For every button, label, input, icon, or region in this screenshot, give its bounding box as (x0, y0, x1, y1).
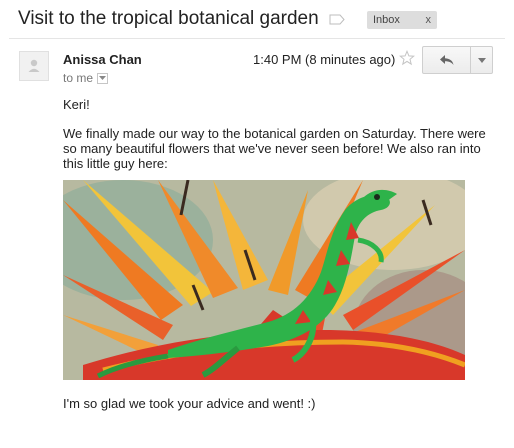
body-paragraph: We finally made our way to the botanical… (63, 126, 486, 171)
header-divider (9, 38, 505, 39)
recipient-line: to me (63, 71, 109, 85)
chevron-down-icon (477, 57, 486, 63)
avatar[interactable] (19, 51, 49, 81)
subject-row: Visit to the tropical botanical garden I… (18, 8, 504, 34)
message-timestamp: 1:40 PM (8 minutes ago) (253, 52, 396, 67)
reply-arrow-icon (439, 55, 453, 65)
body-closing: I'm so glad we took your advice and went… (63, 396, 316, 411)
reply-button[interactable] (422, 46, 471, 74)
reply-button-group (422, 46, 493, 74)
label-tag-icon[interactable] (329, 14, 345, 25)
remove-label-button[interactable]: x (426, 14, 432, 26)
attached-photo[interactable] (63, 180, 465, 380)
person-silhouette-icon (28, 59, 40, 72)
recipient-text: to me (63, 71, 94, 85)
body-greeting: Keri! (63, 97, 90, 112)
star-outline-icon[interactable] (399, 50, 415, 66)
show-details-button[interactable] (97, 72, 109, 84)
chevron-down-icon (99, 76, 107, 80)
sender-name[interactable]: Anissa Chan (63, 52, 142, 67)
more-actions-button[interactable] (471, 46, 493, 74)
inbox-label-text: Inbox (373, 14, 400, 26)
email-subject: Visit to the tropical botanical garden (18, 8, 319, 29)
inbox-label-chip[interactable]: Inbox x (367, 11, 437, 29)
lizard-on-flower-image (63, 180, 465, 380)
